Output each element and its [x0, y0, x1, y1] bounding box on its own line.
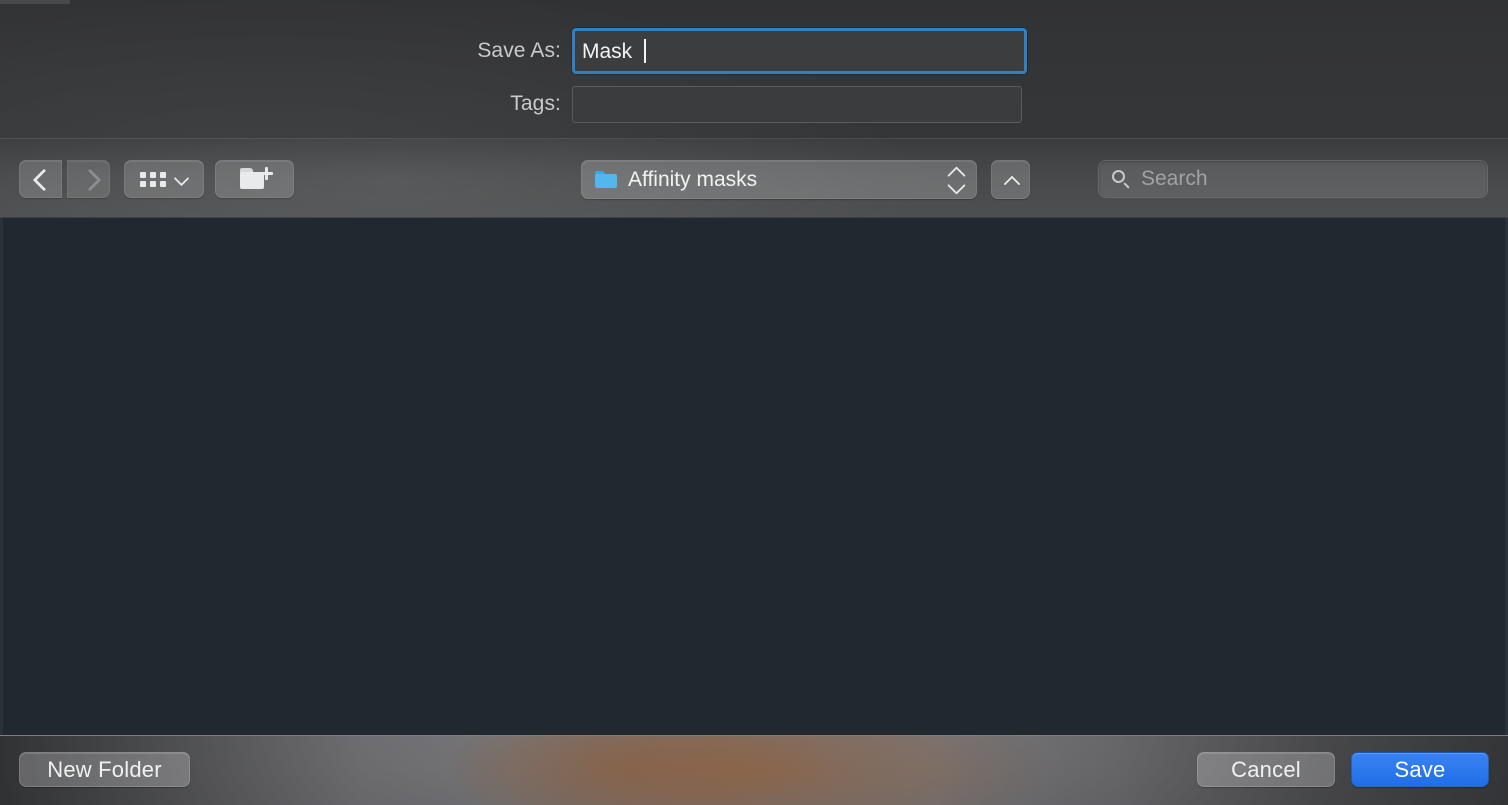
new-folder-icon — [239, 167, 273, 191]
window-top-edge-highlight — [0, 0, 70, 4]
save-as-row: Save As: Mask — [0, 28, 1508, 74]
text-cursor-icon — [644, 39, 647, 63]
new-folder-button[interactable]: New Folder — [19, 752, 190, 787]
chevron-down-icon — [175, 175, 188, 183]
save-as-dialog: Save As: Mask Tags: Affinity masks Searc… — [0, 0, 1508, 805]
chevron-left-icon — [34, 168, 47, 190]
chevron-up-icon — [1003, 175, 1019, 185]
file-list-area[interactable] — [0, 218, 1508, 735]
new-folder-toolbar-button[interactable] — [215, 160, 294, 198]
save-as-value: Mask — [582, 39, 639, 63]
chevron-right-icon — [82, 168, 95, 190]
folder-path-dropdown[interactable]: Affinity masks — [581, 160, 977, 199]
blue-folder-icon — [595, 171, 617, 188]
save-as-input-inner: Mask — [575, 31, 1024, 71]
tags-input[interactable] — [572, 85, 1022, 123]
up-down-stepper-icon — [948, 167, 964, 193]
go-up-button[interactable] — [991, 160, 1030, 199]
search-input[interactable]: Search — [1098, 160, 1488, 198]
save-button[interactable]: Save — [1351, 752, 1489, 787]
view-mode-button[interactable] — [124, 160, 204, 198]
icon-view-grid-icon — [140, 171, 166, 187]
tags-row: Tags: — [0, 85, 1508, 123]
back-button[interactable] — [19, 160, 62, 198]
tags-label: Tags: — [510, 92, 561, 115]
forward-button[interactable] — [67, 160, 110, 198]
save-as-label: Save As: — [477, 39, 561, 62]
current-folder-name: Affinity masks — [628, 167, 758, 191]
cancel-button[interactable]: Cancel — [1197, 752, 1335, 787]
search-placeholder: Search — [1141, 167, 1208, 190]
save-as-input[interactable]: Mask — [572, 28, 1027, 74]
search-icon — [1111, 169, 1131, 189]
